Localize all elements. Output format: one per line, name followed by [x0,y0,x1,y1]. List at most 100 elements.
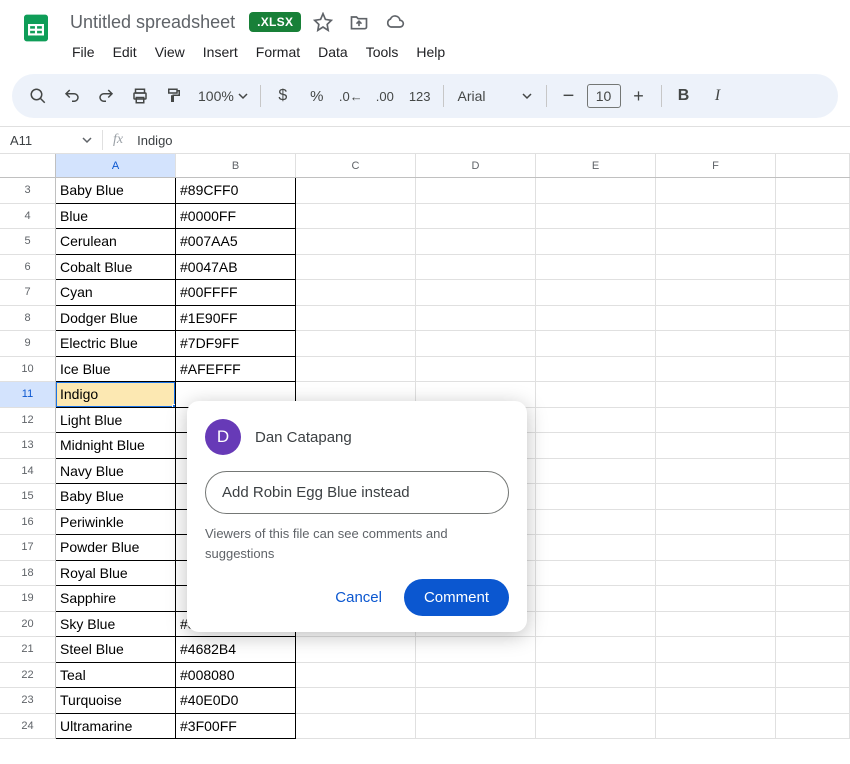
cell[interactable]: Cerulean [56,229,176,255]
row-header[interactable]: 17 [0,535,56,561]
cell[interactable] [536,459,656,485]
cell[interactable] [776,612,850,638]
cell[interactable] [656,357,776,383]
cell[interactable] [536,535,656,561]
cell[interactable]: Midnight Blue [56,433,176,459]
cell[interactable] [296,663,416,689]
cell[interactable] [416,688,536,714]
row-header[interactable]: 24 [0,714,56,740]
row-header[interactable]: 20 [0,612,56,638]
cell[interactable]: Turquoise [56,688,176,714]
col-header-f[interactable]: F [656,154,776,177]
cell[interactable] [656,714,776,740]
cell[interactable] [776,433,850,459]
cell[interactable]: Cobalt Blue [56,255,176,281]
cell[interactable] [536,229,656,255]
cell[interactable] [296,178,416,204]
cell[interactable] [656,306,776,332]
select-all-corner[interactable] [0,154,56,177]
cell[interactable] [416,204,536,230]
cell[interactable] [416,178,536,204]
col-header-d[interactable]: D [416,154,536,177]
cell[interactable] [656,586,776,612]
cell[interactable]: Periwinkle [56,510,176,536]
cell[interactable] [536,510,656,536]
row-header[interactable]: 14 [0,459,56,485]
cell[interactable] [536,280,656,306]
cell[interactable] [776,510,850,536]
col-header-g[interactable] [776,154,850,177]
row-header[interactable]: 10 [0,357,56,383]
col-header-e[interactable]: E [536,154,656,177]
row-header[interactable]: 12 [0,408,56,434]
row-header[interactable]: 9 [0,331,56,357]
menu-format[interactable]: Format [248,40,308,64]
formula-input[interactable] [133,133,850,148]
cell[interactable] [776,408,850,434]
cell[interactable] [536,408,656,434]
row-header[interactable]: 8 [0,306,56,332]
menu-edit[interactable]: Edit [105,40,145,64]
cell[interactable] [296,204,416,230]
cell[interactable] [776,331,850,357]
cell[interactable] [536,306,656,332]
sheets-logo[interactable] [16,8,56,48]
paint-format-icon[interactable] [158,80,190,112]
cell[interactable]: #AFEFFF [176,357,296,383]
row-header[interactable]: 19 [0,586,56,612]
row-header[interactable]: 5 [0,229,56,255]
cell[interactable] [656,688,776,714]
row-header[interactable]: 16 [0,510,56,536]
cell[interactable] [536,561,656,587]
increase-decimal-icon[interactable]: .00 [369,80,401,112]
cell[interactable]: Indigo [56,382,176,408]
cell[interactable] [776,586,850,612]
cell[interactable] [536,204,656,230]
cell[interactable] [776,255,850,281]
cell[interactable] [656,637,776,663]
cell[interactable] [296,255,416,281]
cell[interactable] [416,714,536,740]
col-header-c[interactable]: C [296,154,416,177]
cell[interactable] [296,229,416,255]
menu-view[interactable]: View [147,40,193,64]
cell[interactable]: #0000FF [176,204,296,230]
cell[interactable]: #00FFFF [176,280,296,306]
cell[interactable] [296,357,416,383]
cell[interactable] [656,612,776,638]
font-size-input[interactable]: 10 [587,84,621,108]
cell[interactable] [656,535,776,561]
cell[interactable] [416,663,536,689]
comment-button[interactable]: Comment [404,579,509,616]
cell[interactable] [656,178,776,204]
undo-icon[interactable] [56,80,88,112]
percent-icon[interactable]: % [301,80,333,112]
cell[interactable] [536,637,656,663]
cell[interactable] [296,637,416,663]
cell[interactable]: #007AA5 [176,229,296,255]
cell[interactable] [536,688,656,714]
cell[interactable]: Sapphire [56,586,176,612]
cell[interactable] [656,382,776,408]
col-header-b[interactable]: B [176,154,296,177]
cell[interactable] [776,178,850,204]
row-header[interactable]: 7 [0,280,56,306]
decrease-font-icon[interactable]: − [553,80,585,112]
cell[interactable] [536,433,656,459]
zoom-select[interactable]: 100% [192,88,254,104]
cell[interactable] [536,331,656,357]
cell[interactable] [536,663,656,689]
more-formats-icon[interactable]: 123 [403,80,437,112]
italic-icon[interactable]: I [702,80,734,112]
star-icon[interactable] [309,8,337,36]
cell[interactable] [416,229,536,255]
cell[interactable]: Sky Blue [56,612,176,638]
cell[interactable] [656,408,776,434]
cell[interactable] [656,484,776,510]
cell[interactable] [776,561,850,587]
cell[interactable]: Powder Blue [56,535,176,561]
row-header[interactable]: 23 [0,688,56,714]
cell[interactable]: #89CFF0 [176,178,296,204]
cell[interactable] [296,688,416,714]
cancel-button[interactable]: Cancel [321,579,396,616]
